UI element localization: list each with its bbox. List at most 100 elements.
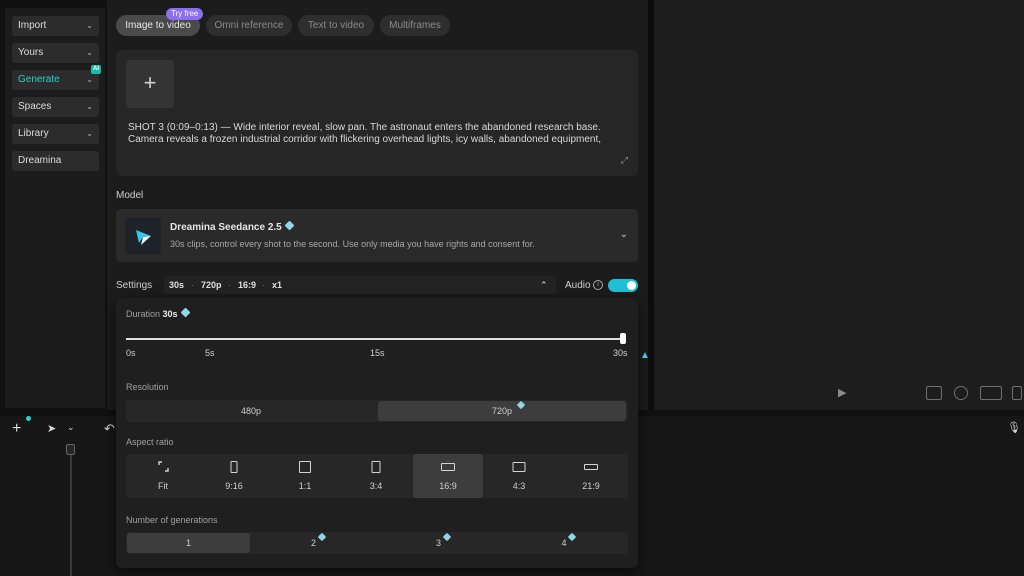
toggle-knob xyxy=(627,281,636,290)
model-name: Dreamina Seedance 2.5 xyxy=(170,222,282,233)
aspect-label: 9:16 xyxy=(225,481,243,491)
duration-label: Duration xyxy=(126,309,161,319)
chevron-down-icon[interactable]: ⌄ xyxy=(67,422,75,433)
aspect-option-16-9[interactable]: 16:9 xyxy=(413,454,483,498)
undo-icon[interactable]: ↶ xyxy=(104,421,115,437)
settings-duration: 30s xyxy=(169,280,185,290)
aspect-option-9-16[interactable]: 9:16 xyxy=(199,454,269,498)
info-icon[interactable]: i xyxy=(593,280,603,290)
aspect-ratio-selector: Fit 9:16 1:1 3:4 16:9 4:3 21:9 xyxy=(126,454,628,498)
generations-selector: 1 2 3 4 xyxy=(126,532,628,554)
settings-ratio: 16:9 xyxy=(238,280,257,290)
audio-toggle[interactable] xyxy=(608,279,638,292)
separator: · xyxy=(191,280,194,290)
mouse-cursor-icon: ▲ xyxy=(640,350,650,361)
model-section-label: Model xyxy=(116,190,144,201)
ratio-shape-icon xyxy=(230,461,238,473)
add-media-button[interactable]: + xyxy=(126,60,174,108)
settings-popup: Duration 30s 0s 5s 15s 30s Resolution 48… xyxy=(116,298,638,568)
play-icon[interactable]: ▶ xyxy=(838,386,846,399)
playhead-handle[interactable] xyxy=(66,444,75,455)
aspect-option-21-9[interactable]: 21:9 xyxy=(556,454,626,498)
generations-option-4[interactable]: 4 xyxy=(502,533,626,553)
sidebar-item-label: Spaces xyxy=(18,101,52,112)
generations-label: Number of generations xyxy=(126,515,218,525)
prompt-input[interactable]: SHOT 3 (0:09–0:13) — Wide interior revea… xyxy=(128,122,628,146)
sidebar: Import ⌄ Yours ⌄ Generate ⌄ AI Spaces ⌄ … xyxy=(5,8,105,408)
resolution-option-480p[interactable]: 480p xyxy=(127,401,375,421)
settings-count: x1 xyxy=(272,280,283,290)
sidebar-item-dreamina[interactable]: Dreamina xyxy=(12,151,99,171)
fullscreen-icon[interactable] xyxy=(1012,386,1022,400)
add-track-icon[interactable]: + xyxy=(12,420,21,438)
ratio-shape-icon xyxy=(584,464,598,470)
generations-option-3[interactable]: 3 xyxy=(377,533,500,553)
aspect-label: 21:9 xyxy=(582,481,600,491)
aspect-option-1-1[interactable]: 1:1 xyxy=(270,454,340,498)
generations-option-2[interactable]: 2 xyxy=(252,533,375,553)
fit-icon[interactable] xyxy=(926,386,942,400)
sidebar-item-label: Generate xyxy=(18,74,60,85)
tick-label: 30s xyxy=(613,348,628,358)
resolution-option-720p[interactable]: 720p xyxy=(378,401,626,421)
settings-summary[interactable]: 30s · 720p · 16:9 · x1 ⌃ xyxy=(164,276,556,294)
chevron-up-icon[interactable]: ⌃ xyxy=(540,276,548,294)
expand-icon[interactable]: ⤢ xyxy=(621,155,628,166)
sidebar-item-generate[interactable]: Generate ⌄ AI xyxy=(12,65,101,90)
aspect-label: Fit xyxy=(158,481,168,491)
aspect-label: 3:4 xyxy=(369,481,383,491)
sidebar-item-label: Import xyxy=(18,20,47,31)
settings-label: Settings xyxy=(116,280,153,291)
aspect-option-3-4[interactable]: 3:4 xyxy=(341,454,411,498)
ai-badge: AI xyxy=(91,65,101,74)
select-tool-icon[interactable]: ➤ xyxy=(47,422,56,435)
gem-icon xyxy=(284,220,295,231)
notification-dot xyxy=(26,416,31,421)
audio-label: Audio xyxy=(565,280,591,291)
sidebar-item-import[interactable]: Import ⌄ xyxy=(12,16,99,36)
sidebar-item-spaces[interactable]: Spaces ⌄ xyxy=(12,97,99,117)
ratio-shape-icon xyxy=(371,461,381,473)
resolution-label: Resolution xyxy=(126,382,169,392)
separator: · xyxy=(262,280,265,290)
playhead[interactable] xyxy=(70,450,72,576)
separator: · xyxy=(228,280,231,290)
duration-slider-handle[interactable] xyxy=(620,333,626,344)
aspect-ratio-label: Aspect ratio xyxy=(126,437,174,447)
sidebar-item-label: Dreamina xyxy=(18,155,62,166)
tick-label: 15s xyxy=(370,348,385,358)
sidebar-item-yours[interactable]: Yours ⌄ xyxy=(12,43,99,63)
resolution-selector: 480p 720p xyxy=(126,400,628,422)
duration-slider-track[interactable] xyxy=(126,338,626,340)
prompt-box: + SHOT 3 (0:09–0:13) — Wide interior rev… xyxy=(116,50,638,176)
ratio-shape-icon xyxy=(441,463,455,471)
crop-icon[interactable] xyxy=(954,386,968,400)
tab-text-to-video[interactable]: Text to video xyxy=(298,15,374,36)
chevron-down-icon: ⌄ xyxy=(86,129,93,138)
preview-panel: ▶ xyxy=(654,0,1024,410)
aspect-option-4-3[interactable]: 4:3 xyxy=(484,454,554,498)
sidebar-item-label: Library xyxy=(18,128,49,139)
sidebar-item-label: Yours xyxy=(18,47,44,58)
aspect-label: 4:3 xyxy=(512,481,526,491)
aspect-label: 1:1 xyxy=(298,481,312,491)
aspect-label: 16:9 xyxy=(439,481,457,491)
fit-icon xyxy=(158,461,169,472)
tick-label: 0s xyxy=(126,348,136,358)
model-description: 30s clips, control every shot to the sec… xyxy=(170,239,535,249)
try-free-badge: Try free xyxy=(166,8,204,20)
chevron-down-icon[interactable]: ⌄ xyxy=(620,229,628,240)
chevron-down-icon: ⌄ xyxy=(86,102,93,111)
generations-option-1[interactable]: 1 xyxy=(127,533,250,553)
chevron-down-icon: ⌄ xyxy=(86,48,93,57)
tab-omni-reference[interactable]: Omni reference xyxy=(206,15,292,36)
mic-icon[interactable]: 🎙 xyxy=(1007,421,1021,434)
gem-icon xyxy=(180,307,191,318)
aspect-option-fit[interactable]: Fit xyxy=(128,454,198,498)
chevron-down-icon: ⌄ xyxy=(86,21,93,30)
sidebar-item-library[interactable]: Library ⌄ xyxy=(12,124,99,144)
settings-resolution: 720p xyxy=(201,280,222,290)
model-selector[interactable]: Dreamina Seedance 2.5 30s clips, control… xyxy=(116,209,638,262)
ratio-icon[interactable] xyxy=(980,386,1002,400)
tab-multiframes[interactable]: Multiframes xyxy=(380,15,450,36)
